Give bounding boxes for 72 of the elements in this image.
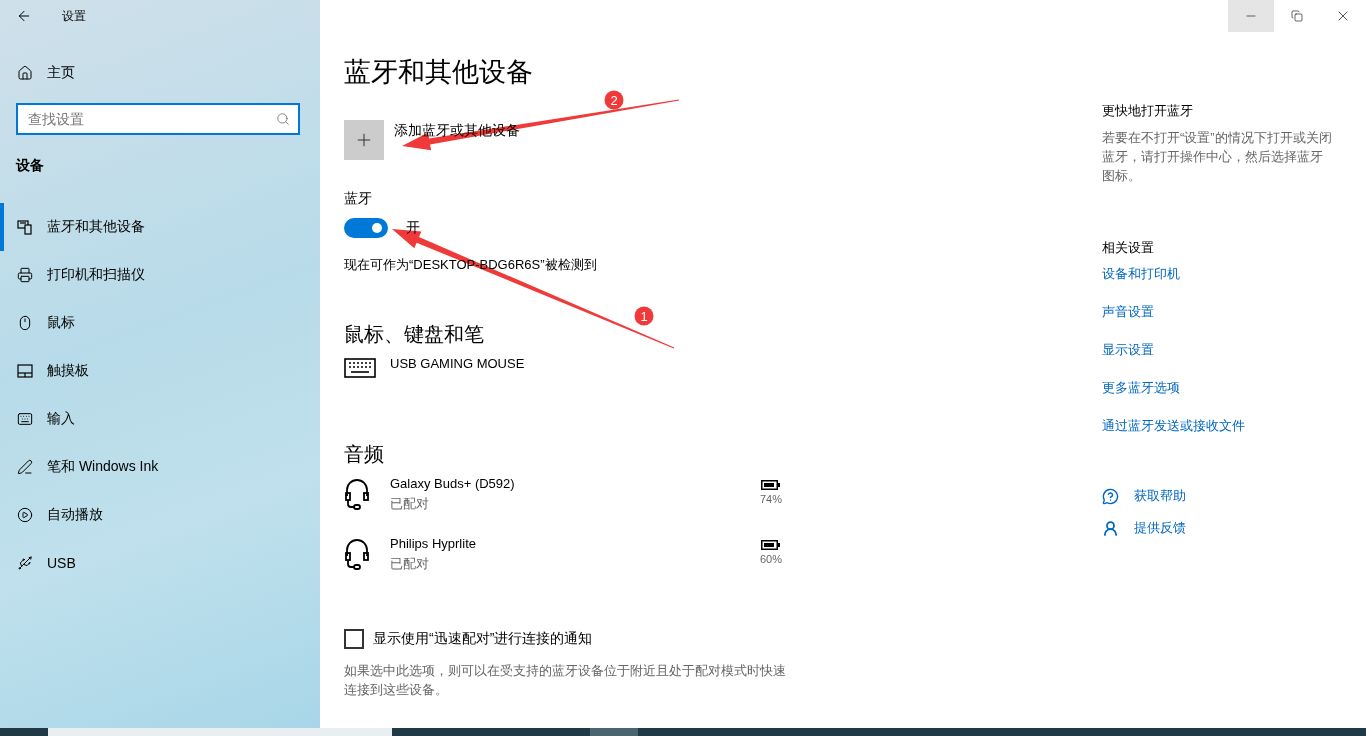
device-name: USB GAMING MOUSE: [390, 355, 526, 373]
section-heading: 音频: [344, 442, 385, 467]
sidebar-item[interactable]: 蓝牙和其他设备: [0, 203, 320, 251]
add-device-button[interactable]: [344, 120, 384, 160]
usb-icon: [17, 555, 33, 571]
window-title: 设置: [62, 7, 86, 25]
sidebar-item-label: 触摸板: [47, 362, 89, 380]
sidebar-item-label: 打印机和扫描仪: [47, 266, 145, 284]
checkbox-label: 显示使用“迅速配对”进行连接的通知: [373, 630, 593, 648]
touchpad-icon: [17, 364, 33, 378]
feedback-icon: [1102, 519, 1119, 537]
device-name: Galaxy Buds+ (D592): [390, 475, 516, 493]
page-title: 蓝牙和其他设备: [344, 56, 534, 89]
sidebar-item[interactable]: USB: [0, 539, 320, 587]
device-item[interactable]: USB GAMING MOUSE: [344, 354, 782, 382]
related-heading: 相关设置: [1102, 239, 1155, 257]
devices-icon: [17, 219, 33, 235]
related-link[interactable]: 通过蓝牙发送或接收文件: [1102, 417, 1366, 435]
battery-icon: [761, 540, 781, 550]
number-badge: 2: [604, 90, 624, 110]
home-label: 主页: [47, 64, 75, 82]
restore-icon: [1291, 10, 1303, 22]
sidebar-item[interactable]: 笔和 Windows Ink: [0, 443, 320, 491]
bluetooth-label: 蓝牙: [344, 190, 373, 208]
related-link[interactable]: 更多蓝牙选项: [1102, 379, 1366, 397]
sidebar-item-label: 输入: [47, 410, 75, 428]
keyboard-icon: [344, 358, 376, 378]
device-status: 已配对: [390, 495, 430, 513]
keyboard-icon: [17, 411, 33, 427]
sidebar-item-label: 笔和 Windows Ink: [47, 458, 159, 476]
play-icon: [17, 507, 33, 523]
tip-title: 更快地打开蓝牙: [1102, 102, 1194, 120]
mouse-icon: [17, 315, 33, 331]
sidebar-item[interactable]: 鼠标: [0, 299, 320, 347]
checkbox[interactable]: [344, 629, 364, 649]
sidebar-item[interactable]: 输入: [0, 395, 320, 443]
section-heading: 鼠标、键盘和笔: [344, 322, 485, 347]
section-heading: 设备: [16, 157, 45, 175]
device-name: Philips Hyprlite: [390, 535, 477, 553]
home-item[interactable]: 主页: [0, 49, 320, 97]
home-icon: [17, 65, 33, 81]
device-status: 已配对: [390, 555, 430, 573]
headset-icon: [344, 478, 370, 510]
toggle-state: 开: [406, 219, 420, 237]
bluetooth-toggle[interactable]: [344, 218, 388, 238]
help-icon: [1102, 487, 1119, 505]
sidebar-item[interactable]: 触摸板: [0, 347, 320, 395]
sidebar-item[interactable]: 打印机和扫描仪: [0, 251, 320, 299]
related-link[interactable]: 声音设置: [1102, 303, 1366, 321]
headset-icon: [344, 538, 370, 570]
help-link[interactable]: 提供反馈: [1102, 519, 1366, 537]
printer-icon: [17, 267, 33, 283]
device-item[interactable]: Philips Hyprlite 已配对 60%: [344, 534, 782, 574]
sidebar-item-label: 蓝牙和其他设备: [47, 218, 145, 236]
sidebar-item-label: USB: [47, 555, 76, 571]
battery-percent: 60%: [759, 553, 782, 565]
related-link[interactable]: 显示设置: [1102, 341, 1366, 359]
number-badge: 1: [634, 306, 654, 326]
sidebar-item[interactable]: 自动播放: [0, 491, 320, 539]
sidebar-item-label: 鼠标: [47, 314, 75, 332]
tip-text: 若要在不打开“设置”的情况下打开或关闭蓝牙，请打开操作中心，然后选择蓝牙图标。: [1102, 129, 1333, 185]
help-link[interactable]: 获取帮助: [1102, 487, 1366, 505]
search-icon: [276, 112, 290, 126]
pen-icon: [17, 459, 33, 475]
back-icon: [16, 8, 32, 24]
device-item[interactable]: Galaxy Buds+ (D592) 已配对 74%: [344, 474, 782, 514]
search-field[interactable]: 查找设置: [16, 103, 300, 135]
related-link[interactable]: 设备和打印机: [1102, 265, 1366, 283]
option-description: 如果选中此选项，则可以在受支持的蓝牙设备位于附近且处于配对模式时快速连接到这些设备。: [344, 662, 787, 699]
battery-percent: 74%: [759, 493, 782, 505]
battery-icon: [761, 480, 781, 490]
sidebar-item-label: 自动播放: [47, 506, 103, 524]
